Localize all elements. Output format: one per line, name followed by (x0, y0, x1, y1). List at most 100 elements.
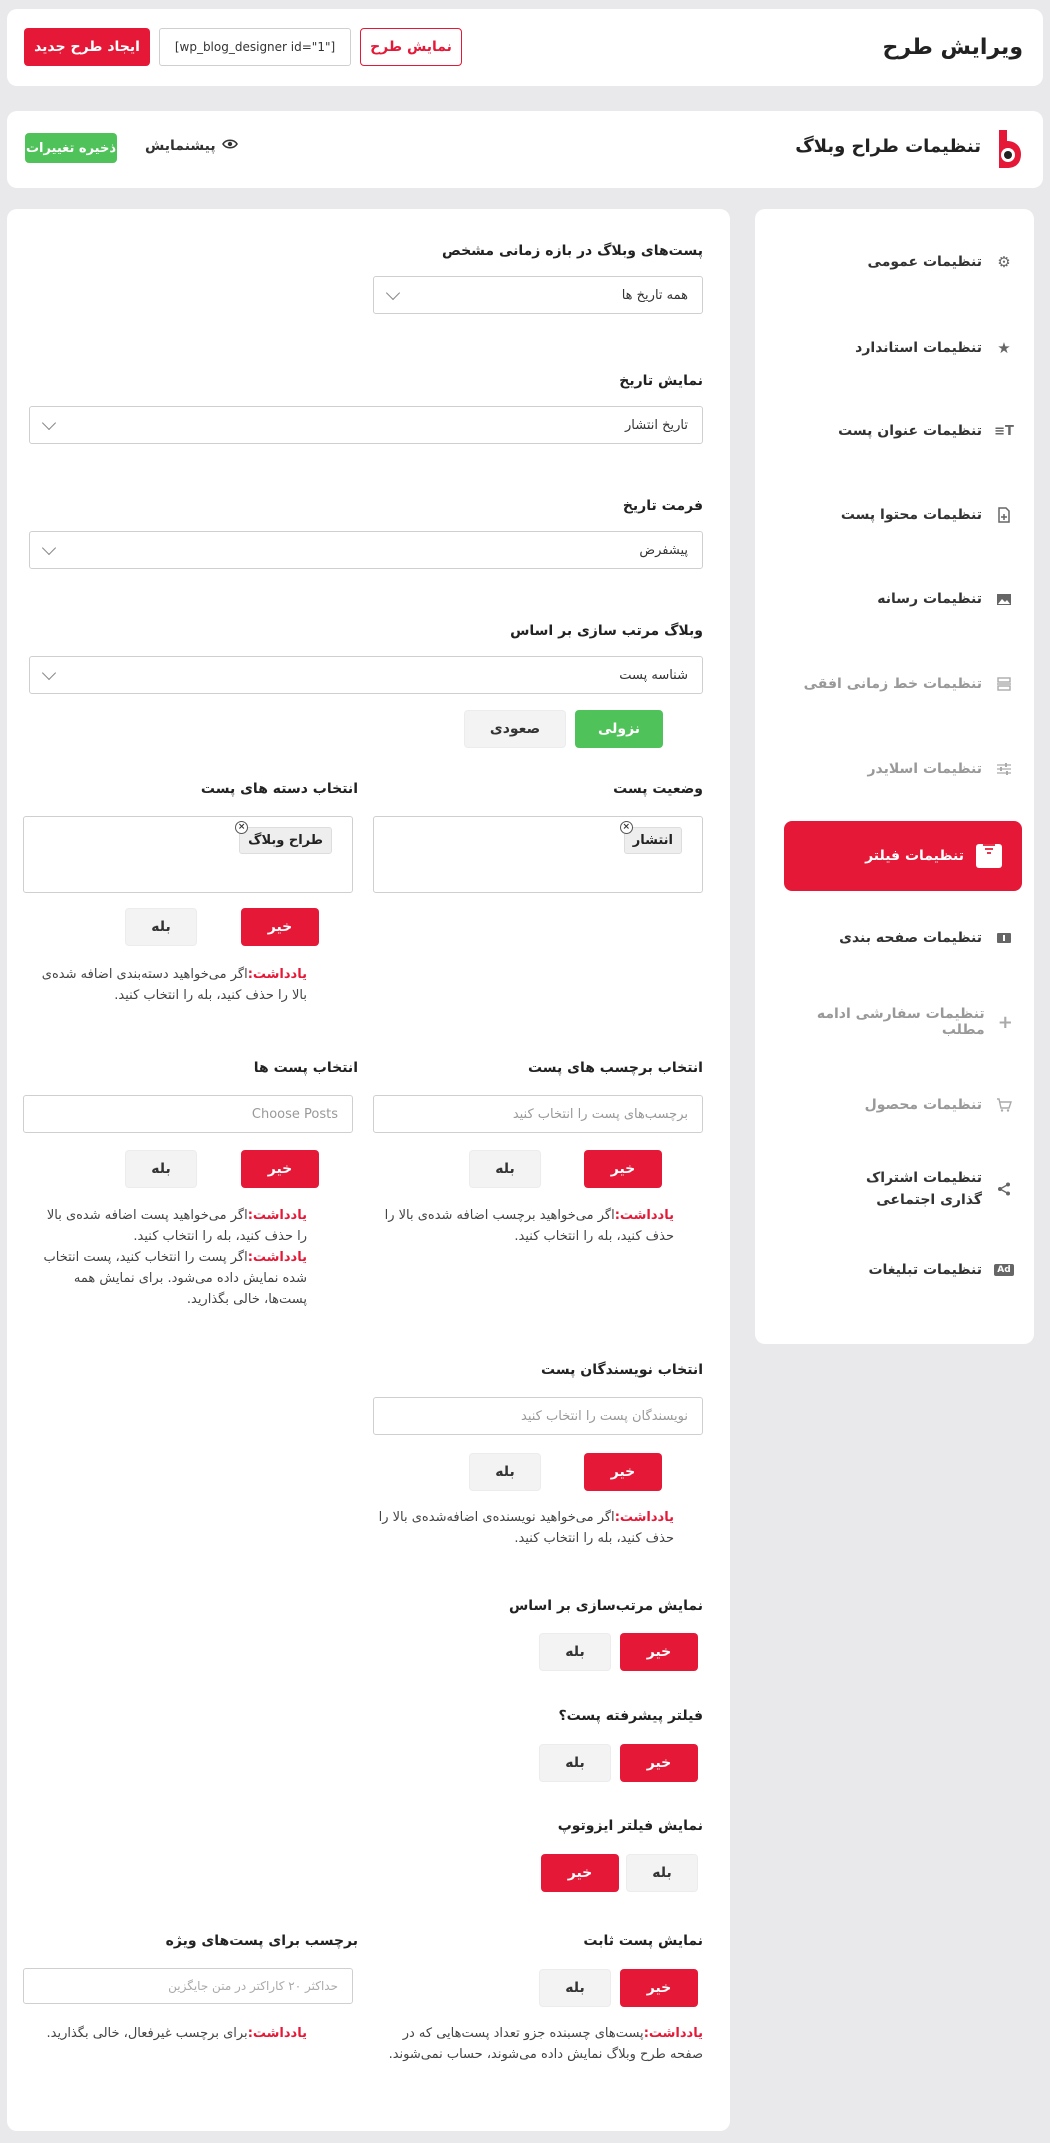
posts-note: یادداشت:اگر می‌خواهید پست اضافه شده‌ی با… (43, 1208, 307, 1307)
sidebar-item-label: تنظیمات صفحه بندی (839, 930, 982, 946)
date-range-select[interactable]: همه تاریخ ها (373, 276, 703, 314)
advanced-filter-yes-button[interactable]: بله (539, 1744, 611, 1782)
sidebar-item-label: تنظیمات استاندارد (855, 340, 982, 356)
authors-no-button[interactable]: خیر (584, 1453, 662, 1491)
tags-no-button[interactable]: خیر (584, 1150, 662, 1188)
text-title-icon: T≡ (994, 423, 1014, 439)
date-range-label: پست‌های وبلاگ در بازه زمانی مشخص (441, 243, 703, 259)
date-format-select[interactable]: پیشفرض (29, 531, 703, 569)
show-date-value: تاریخ انتشار (625, 417, 688, 433)
sidebar-item-label: تنظیمات عمومی (867, 254, 982, 270)
posts-yes-button[interactable]: بله (125, 1150, 197, 1188)
preview-link-label: پیشنمایش (145, 138, 216, 154)
sidebar-item-slider[interactable]: تنظیمات اسلایدر (798, 744, 1034, 794)
order-by-select[interactable]: شناسه پست (29, 656, 703, 694)
create-design-button[interactable]: ایجاد طرح جدید (24, 28, 150, 66)
sticky-yes-button[interactable]: بله (539, 1969, 611, 2007)
categories-field[interactable]: طراح وبلاگ × (23, 816, 353, 893)
share-icon (994, 1182, 1014, 1196)
order-desc-button[interactable]: نزولی (575, 710, 663, 748)
pagination-icon (994, 932, 1014, 944)
sidebar-item-product[interactable]: تنظیمات محصول (798, 1080, 1034, 1130)
sidebar-item-social-share[interactable]: تنظیمات اشتراک گذاری اجتماعی (798, 1154, 1034, 1224)
posts-no-button[interactable]: خیر (241, 1150, 319, 1188)
sidebar-item-ads[interactable]: Ad تنظیمات تبلیغات (798, 1245, 1034, 1295)
tag-label: انتشار (632, 833, 673, 848)
sticky-note: یادداشت:پست‌های چسبنده جزو تعداد پست‌های… (388, 2026, 703, 2062)
categories-yes-button[interactable]: بله (125, 908, 197, 946)
gear-icon: ⚙ (997, 253, 1011, 271)
image-icon (994, 593, 1014, 606)
filter-settings-form: پست‌های وبلاگ در بازه زمانی مشخص همه تار… (7, 209, 730, 2131)
settings-header-card: تنظیمات طراح وبلاگ پیشنمایش ذخیره تغییرا… (7, 111, 1043, 188)
advanced-filter-no-button[interactable]: خیر (620, 1744, 698, 1782)
isotope-no-button[interactable]: خیر (541, 1854, 619, 1892)
authors-input[interactable]: نویسندگان پست را انتخاب کنید (373, 1397, 703, 1435)
sidebar-item-timeline[interactable]: تنظیمات خط زمانی افقی (798, 659, 1034, 709)
sidebar-item-label: تنظیمات اسلایدر (867, 761, 982, 777)
sidebar-item-label: تنظیمات رسانه (877, 591, 982, 607)
show-date-label: نمایش تاریخ (619, 373, 703, 389)
tags-yes-button[interactable]: بله (469, 1150, 541, 1188)
isotope-label: نمایش فیلتر ایزوتوپ (557, 1818, 703, 1834)
sidebar-item-pagination[interactable]: تنظیمات صفحه بندی (798, 913, 1034, 963)
timeline-icon (994, 677, 1014, 691)
sidebar-item-label: تنظیمات اشتراک گذاری اجتماعی (865, 1170, 982, 1208)
tags-label: انتخاب برچسب های پست (527, 1060, 703, 1076)
save-changes-button[interactable]: ذخیره تغییرات (25, 133, 117, 163)
order-asc-button[interactable]: صعودی (464, 710, 566, 748)
sticky-no-button[interactable]: خیر (620, 1969, 698, 2007)
order-by-label: وبلاگ مرتب سازی بر اساس (510, 623, 703, 639)
preview-design-button[interactable]: نمایش طرح (360, 28, 462, 66)
date-format-value: پیشفرض (639, 542, 688, 558)
categories-no-button[interactable]: خیر (241, 908, 319, 946)
posts-input[interactable]: Choose Posts (23, 1095, 353, 1133)
page-title: ویرایش طرح (882, 35, 1023, 60)
post-status-tag[interactable]: انتشار × (619, 821, 682, 854)
date-range-value: همه تاریخ ها (621, 287, 688, 303)
sidebar-item-label: تنظیمات فیلتر (865, 848, 964, 864)
sidebar-item-label: تنظیمات محصول (864, 1097, 982, 1113)
eye-icon (221, 138, 238, 154)
preview-link[interactable]: پیشنمایش (145, 138, 238, 154)
chevron-down-icon (385, 285, 401, 300)
shortcode-field[interactable]: [wp_blog_designer id="1"] (159, 28, 351, 66)
category-tag[interactable]: طراح وبلاگ × (235, 821, 332, 854)
cart-icon (994, 1098, 1014, 1112)
show-sort-label: نمایش مرتب‌سازی بر اساس (508, 1598, 703, 1614)
sidebar-item-standard[interactable]: ★ تنظیمات استاندارد (798, 323, 1034, 373)
star-settings-icon: ★ (997, 339, 1011, 357)
sticky-label: نمایش پست ثابت (583, 1933, 703, 1949)
sidebar-item-read-more[interactable]: + تنظیمات سفارشی ادامه مطلب (798, 997, 1034, 1047)
tag-label: طراح وبلاگ (248, 833, 323, 848)
authors-yes-button[interactable]: بله (469, 1453, 541, 1491)
sidebar-item-media[interactable]: تنظیمات رسانه (798, 574, 1034, 624)
sidebar-item-label: تنظیمات خط زمانی افقی (803, 676, 982, 692)
tags-input[interactable]: برچسب‌های پست را انتخاب کنید (373, 1095, 703, 1133)
remove-tag-icon[interactable]: × (235, 821, 249, 834)
remove-tag-icon[interactable]: × (619, 821, 633, 834)
show-sort-yes-button[interactable]: بله (539, 1633, 611, 1671)
ad-icon: Ad (994, 1264, 1014, 1276)
post-status-label: وضعیت پست (613, 781, 703, 797)
authors-label: انتخاب نویسندگان پست (541, 1362, 703, 1378)
featured-label-input[interactable]: حداکثر ۲۰ کاراکتر در متن جایگزین (23, 1968, 353, 2004)
isotope-yes-button[interactable]: بله (626, 1854, 698, 1892)
order-by-value: شناسه پست (619, 667, 688, 683)
settings-title: تنظیمات طراح وبلاگ (795, 136, 981, 157)
show-sort-no-button[interactable]: خیر (620, 1633, 698, 1671)
sidebar-item-label: تنظیمات محتوا پست (840, 507, 982, 523)
post-status-field[interactable]: انتشار × (373, 816, 703, 893)
sidebar-item-filter[interactable]: تنظیمات فیلتر (784, 821, 1022, 891)
sidebar-item-label: تنظیمات تبلیغات (868, 1262, 982, 1278)
categories-label: انتخاب دسته های پست (200, 781, 358, 797)
sidebar-item-label: تنظیمات سفارشی ادامه مطلب (816, 1006, 985, 1038)
sidebar-item-post-content[interactable]: تنظیمات محتوا پست (798, 490, 1034, 540)
featured-label-note: یادداشت:برای برچسب غیرفعال، خالی بگذارید… (46, 2026, 307, 2041)
plus-icon: + (997, 1011, 1013, 1033)
sidebar-item-post-title[interactable]: T≡ تنظیمات عنوان پست (798, 406, 1034, 456)
file-plus-icon (994, 507, 1014, 523)
chevron-down-icon (41, 540, 57, 555)
show-date-select[interactable]: تاریخ انتشار (29, 406, 703, 444)
sidebar-item-general[interactable]: ⚙ تنظیمات عمومی (798, 237, 1034, 287)
